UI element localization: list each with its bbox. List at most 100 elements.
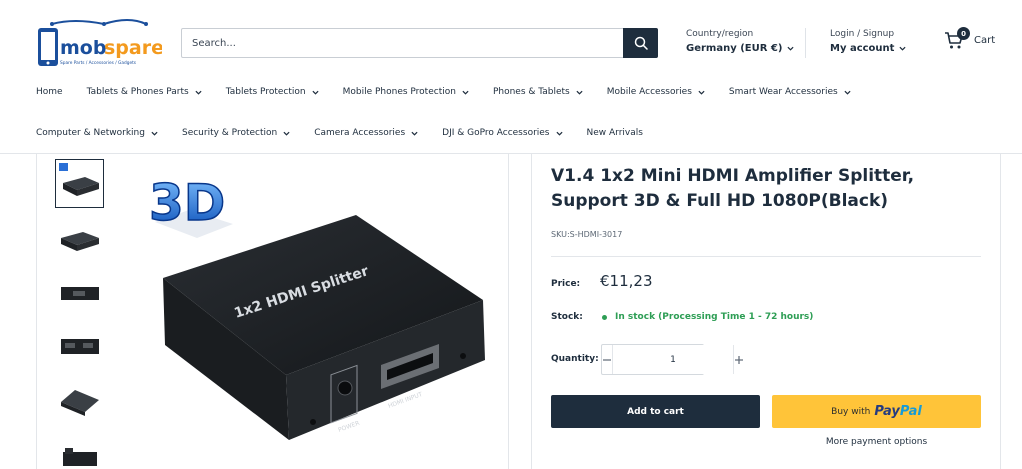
- logo-spares-text: spares: [104, 37, 162, 59]
- quantity-increase-button[interactable]: [734, 345, 744, 374]
- nav-item-home[interactable]: Home: [36, 87, 63, 97]
- 3d-badge-text: 3D: [149, 174, 225, 232]
- add-to-cart-button[interactable]: Add to cart: [551, 395, 760, 428]
- country-value: Germany (EUR €): [686, 43, 783, 54]
- login-label: Login / Signup: [830, 29, 895, 39]
- chevron-down-icon: [411, 131, 418, 136]
- logo-tagline: Spare Parts / Accessories / Gadgets: [60, 60, 137, 66]
- chevron-down-icon: [844, 90, 851, 95]
- chevron-down-icon: [698, 90, 705, 95]
- paypal-button[interactable]: Buy with PayPal: [772, 395, 981, 428]
- nav-item-label: Home: [36, 87, 63, 97]
- nav-item-label: Camera Accessories: [314, 128, 406, 138]
- nav-item-label: Mobile Phones Protection: [342, 87, 456, 97]
- nav-item-phones-tablets[interactable]: Phones & Tablets: [493, 87, 583, 97]
- hdmi-splitter-image: 3D 1x2 HDMI Splitter POWER HDMI INPUT: [148, 173, 485, 440]
- quantity-input[interactable]: [612, 345, 734, 374]
- nav-item-label: New Arrivals: [586, 128, 643, 138]
- search-icon: [634, 36, 648, 50]
- nav-item-dji-gopro-accessories[interactable]: DJI & GoPro Accessories: [442, 128, 563, 138]
- nav-item-label: Security & Protection: [181, 128, 278, 138]
- quantity-stepper: [601, 344, 743, 375]
- nav-item-smart-wear-accessories[interactable]: Smart Wear Accessories: [729, 87, 851, 97]
- logo-mob-text: mob: [60, 37, 106, 59]
- minus-icon: [603, 358, 611, 361]
- chevron-down-icon: [555, 131, 563, 136]
- stock-label: Stock:: [551, 312, 583, 322]
- country-selector[interactable]: Country/region Germany (EUR €): [686, 28, 795, 55]
- chevron-down-icon: [787, 46, 795, 51]
- nav-item-tablets-phones-parts[interactable]: Tablets & Phones Parts: [87, 87, 202, 97]
- cart-label: Cart: [974, 34, 996, 46]
- cart-link[interactable]: 0 Cart: [944, 27, 996, 50]
- stock-value: In stock (Processing Time 1 - 72 hours): [615, 312, 814, 322]
- chevron-down-icon: [283, 131, 290, 136]
- product-title: V1.4 1x2 Mini HDMI Amplifier Splitter, S…: [551, 166, 915, 211]
- paypal-pal-text: Pal: [899, 404, 922, 419]
- plus-icon: [735, 355, 743, 364]
- gallery-thumbnail-3[interactable]: [55, 269, 104, 318]
- nav-item-label: Tablets Protection: [225, 87, 306, 97]
- main-nav-row-2: Computer & Networking Security & Protect…: [36, 125, 667, 141]
- stock-status: In stock (Processing Time 1 - 72 hours): [602, 312, 813, 322]
- search-input[interactable]: [182, 29, 624, 57]
- site-header: mob spares Spare Parts / Accessories / G…: [0, 0, 1022, 78]
- splitter-thumbnail-icon: [63, 448, 97, 466]
- nav-item-mobile-accessories[interactable]: Mobile Accessories: [607, 87, 705, 97]
- product-info-panel: V1.4 1x2 Mini HDMI Amplifier Splitter, S…: [531, 154, 1001, 469]
- product-price: €11,23: [600, 272, 653, 290]
- search-bar: [181, 28, 658, 58]
- splitter-thumbnail-icon: [61, 287, 99, 300]
- paypal-pay-text: Pay: [874, 404, 900, 419]
- splitter-thumbnail-icon: [59, 163, 99, 196]
- stock-dot-icon: [602, 314, 607, 320]
- info-divider: [551, 256, 981, 257]
- price-label: Price:: [551, 279, 581, 289]
- nav-item-label: Tablets & Phones Parts: [86, 87, 189, 97]
- nav-item-mobile-phones-protection[interactable]: Mobile Phones Protection: [343, 87, 469, 97]
- nav-item-camera-accessories[interactable]: Camera Accessories: [314, 128, 418, 138]
- splitter-thumbnail-icon: [61, 339, 99, 354]
- quantity-decrease-button[interactable]: [602, 345, 612, 374]
- account-menu[interactable]: Login / Signup My account: [830, 28, 907, 55]
- nav-item-tablets-protection[interactable]: Tablets Protection: [226, 87, 319, 97]
- site-logo[interactable]: mob spares Spare Parts / Accessories / G…: [34, 14, 175, 70]
- splitter-thumbnail-icon: [61, 232, 99, 251]
- nav-item-label: Smart Wear Accessories: [728, 87, 838, 97]
- search-button[interactable]: [623, 28, 658, 58]
- quantity-label: Quantity:: [551, 354, 599, 364]
- nav-item-label: Mobile Accessories: [606, 87, 692, 97]
- nav-item-label: Phones & Tablets: [492, 87, 570, 97]
- chevron-down-icon: [151, 131, 158, 136]
- gallery-thumbnail-2[interactable]: [55, 216, 104, 265]
- splitter-thumbnail-icon: [61, 390, 99, 416]
- more-payment-options-link[interactable]: More payment options: [772, 437, 981, 447]
- country-label: Country/region: [686, 29, 754, 39]
- chevron-down-icon: [312, 90, 319, 95]
- nav-item-label: DJI & GoPro Accessories: [442, 128, 550, 138]
- gallery-thumbnail-1[interactable]: [55, 159, 104, 208]
- gallery-thumbnail-5[interactable]: [55, 376, 104, 425]
- power-port-label: POWER: [337, 420, 360, 434]
- account-label: My account: [830, 43, 895, 54]
- chevron-down-icon: [195, 90, 202, 95]
- product-main-image[interactable]: 3D 1x2 HDMI Splitter POWER HDMI INPUT: [141, 160, 501, 460]
- chevron-down-icon: [576, 90, 583, 95]
- paypal-buy-with-text: Buy with: [831, 406, 871, 417]
- gallery-thumbnail-4[interactable]: [55, 322, 104, 371]
- nav-item-computer-networking[interactable]: Computer & Networking: [36, 128, 158, 138]
- chevron-down-icon: [899, 46, 907, 51]
- header-divider: [805, 28, 806, 58]
- gallery-thumbnail-6[interactable]: [55, 432, 104, 469]
- nav-item-security-protection[interactable]: Security & Protection: [182, 128, 290, 138]
- paypal-logo-icon: PayPal: [874, 404, 921, 419]
- nav-item-label: Computer & Networking: [36, 128, 145, 138]
- cart-count-badge: 0: [957, 27, 970, 40]
- product-sku: SKU:S-HDMI-3017: [551, 230, 623, 239]
- main-nav-row-1: Home Tablets & Phones Parts Tablets Prot…: [36, 84, 875, 100]
- mobspares-logo-icon: mob spares Spare Parts / Accessories / G…: [38, 19, 175, 66]
- product-gallery: 3D 1x2 HDMI Splitter POWER HDMI INPUT: [36, 154, 509, 469]
- cart-icon-wrap: 0: [944, 27, 970, 50]
- nav-item-new-arrivals[interactable]: New Arrivals: [587, 128, 643, 138]
- chevron-down-icon: [462, 90, 469, 95]
